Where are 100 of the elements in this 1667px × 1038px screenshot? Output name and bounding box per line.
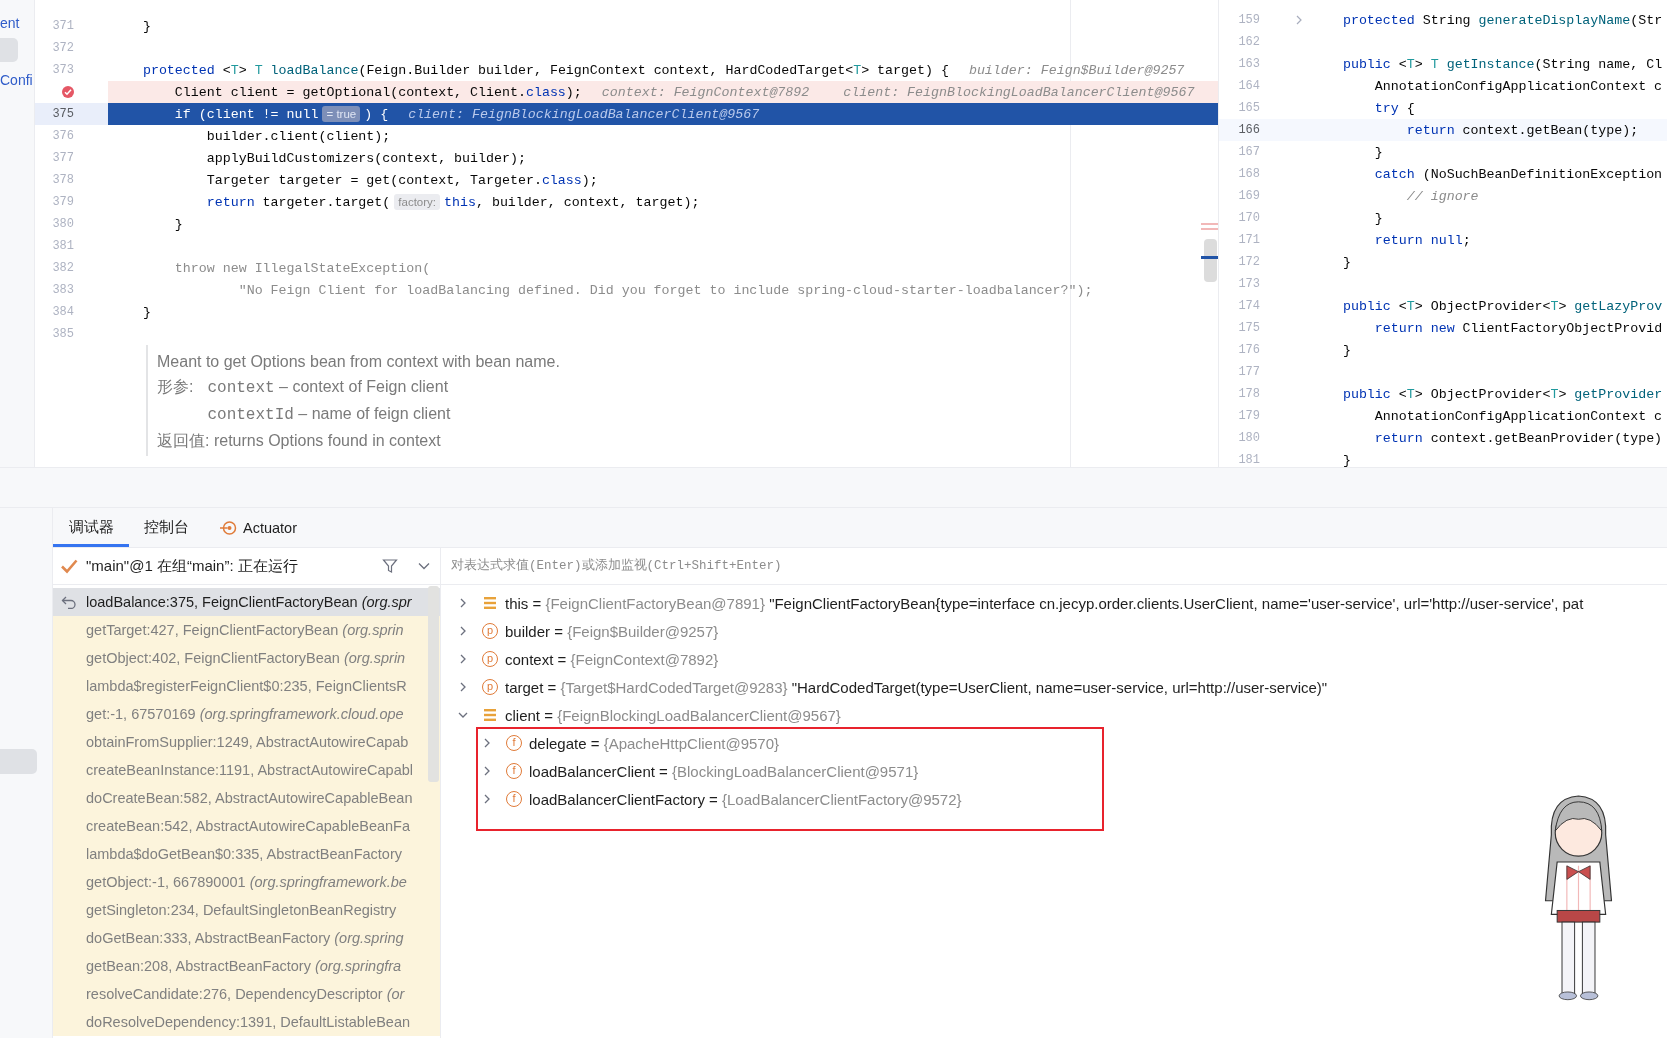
code-text: AnnotationConfigApplicationContext c	[1373, 78, 1663, 94]
inline-value-hint: client: FeignBlockingLoadBalancerClient@9567	[408, 106, 760, 122]
filter-icon[interactable]	[382, 558, 398, 574]
return-arrow-icon	[61, 595, 77, 609]
line-number: 375	[52, 107, 74, 121]
doc-label: 形参:	[157, 377, 194, 397]
code-text: }	[1373, 210, 1383, 226]
line-number: 173	[1238, 277, 1260, 291]
variable-value[interactable]: context = {FeignContext@7892}	[505, 650, 719, 668]
code-text: }	[141, 18, 151, 34]
line-number: 181	[1238, 453, 1260, 467]
line-number: 170	[1238, 211, 1260, 225]
variable-value[interactable]: client = {FeignBlockingLoadBalancerClient@9567}	[505, 706, 841, 724]
line-number: 385	[52, 327, 74, 341]
code-text: Targeter targeter = get(context, Targeter.class);	[205, 172, 598, 188]
breakpoint-stripe-mark	[1201, 228, 1218, 230]
variable-value[interactable]: builder = {Feign$Builder@9257}	[505, 622, 719, 640]
code-text: return new ClientFactoryObjectProvid	[1373, 320, 1663, 336]
code-text: public <T> ObjectProvider<T> getProvider	[1341, 386, 1663, 402]
code-text: try {	[1373, 100, 1415, 116]
code-text: // ignore	[1405, 188, 1479, 204]
object-icon	[482, 707, 498, 723]
line-number: 165	[1238, 101, 1260, 115]
doc-summary: Meant to get Options bean from context with bean name.	[157, 352, 561, 372]
actuator-icon	[219, 518, 237, 537]
caret-stripe-mark	[1201, 256, 1218, 259]
code-text: catch (NoSuchBeanDefinitionException	[1373, 166, 1663, 182]
code-text: AnnotationConfigApplicationContext c	[1373, 408, 1663, 424]
doc-return: 返回值: returns Options found in context	[157, 431, 442, 451]
code-text: protected String generateDisplayName(Str	[1341, 12, 1663, 28]
line-number: 166	[1238, 123, 1260, 137]
code-text: protected <T> T loadBalance(Feign.Builder builder, FeignContext context, HardCodedTarget<T> target) {	[141, 62, 949, 78]
variable-value[interactable]: delegate = {ApacheHttpClient@9570}	[529, 734, 779, 752]
scrollbar-thumb[interactable]	[1204, 239, 1217, 282]
line-number: 163	[1238, 57, 1260, 71]
line-number: 162	[1238, 35, 1260, 49]
thread-status: "main"@1 在组“main”: 正在运行	[86, 556, 298, 576]
tab[interactable]: 控制台	[129, 508, 204, 547]
doc-param: contextId – name of feign client	[207, 404, 451, 426]
line-number: 175	[1238, 321, 1260, 335]
line-number: 171	[1238, 233, 1260, 247]
object-icon	[482, 595, 498, 611]
breakpoint-stripe-mark	[1201, 223, 1218, 225]
line-number: 376	[52, 129, 74, 143]
line-number: 378	[52, 173, 74, 187]
variable-value[interactable]: loadBalancerClient = {BlockingLoadBalancerClient@9571}	[529, 762, 919, 780]
line-number: 169	[1238, 189, 1260, 203]
code-text: throw new IllegalStateException(	[173, 260, 431, 276]
code-text: return null;	[1373, 232, 1471, 248]
line-number: 172	[1238, 255, 1260, 269]
selection-tile[interactable]	[0, 38, 18, 62]
inlay-hint: factory:	[394, 194, 440, 210]
code-text: this, builder, context, target);	[444, 194, 700, 210]
inlay-hint: = true	[322, 106, 361, 122]
tab[interactable]: 调试器	[53, 508, 129, 547]
variable-value[interactable]: target = {Target$HardCodedTarget@9283} "HardCodedTarget(type=UserClient, name=user-service, url=http://user-service)"	[505, 678, 1328, 696]
code-text: }	[1373, 144, 1383, 160]
tab[interactable]: Actuator	[204, 508, 312, 547]
line-number: 371	[52, 19, 74, 33]
code-text: return targeter.target(	[205, 194, 391, 210]
code-text: }	[141, 304, 151, 320]
line-number: 384	[52, 305, 74, 319]
tool-tile[interactable]	[0, 749, 37, 774]
line-number: 176	[1238, 343, 1260, 357]
dropdown-chevron-icon[interactable]	[418, 562, 430, 570]
scrollbar-thumb[interactable]	[428, 586, 439, 782]
tree-item[interactable]: ent	[0, 13, 20, 33]
check-icon	[60, 558, 78, 574]
doc-param: context – context of Feign client	[207, 377, 450, 399]
code-text: if (client != null	[173, 106, 319, 122]
line-number: 383	[52, 283, 74, 297]
line-number: 377	[52, 151, 74, 165]
code-text: public <T> T getInstance(String name, Cl	[1341, 56, 1663, 72]
code-text: }	[1341, 342, 1351, 358]
inline-value-hint: builder: Feign$Builder@9257	[968, 62, 1185, 78]
code-text: builder.client(client);	[205, 128, 391, 144]
code-text: }	[173, 216, 183, 232]
code-text: Client client = getOptional(context, Client.class);	[173, 84, 582, 100]
code-text: ) {	[364, 106, 389, 122]
variable-value[interactable]: loadBalancerClientFactory = {LoadBalancerClientFactory@9572}	[529, 790, 962, 808]
inline-value-hint: client: FeignBlockingLoadBalancerClient@9567	[843, 84, 1195, 100]
breakpoint-icon[interactable]	[61, 85, 75, 99]
line-number: 382	[52, 261, 74, 275]
line-number: 180	[1238, 431, 1260, 445]
code-text: return context.getBean(type);	[1405, 122, 1639, 138]
line-number: 159	[1238, 13, 1260, 27]
line-number: 168	[1238, 167, 1260, 181]
tree-item[interactable]: Confi	[0, 70, 33, 90]
line-number: 381	[52, 239, 74, 253]
line-number: 167	[1238, 145, 1260, 159]
code-text: "No Feign Client for loadBalancing defined. Did you forget to include spring-cloud-starter-loadbalancer?");	[237, 282, 1093, 298]
line-number: 174	[1238, 299, 1260, 313]
code-text: public <T> ObjectProvider<T> getLazyProv	[1341, 298, 1663, 314]
line-number: 164	[1238, 79, 1260, 93]
line-number: 379	[52, 195, 74, 209]
code-text: return context.getBeanProvider(type)	[1373, 430, 1663, 446]
inline-value-hint: context: FeignContext@7892	[601, 84, 810, 100]
code-text: }	[1341, 452, 1351, 467]
variable-value[interactable]: this = {FeignClientFactoryBean@7891} "FeignClientFactoryBean{type=interface cn.jecyp.order.clients.UserClient, name='user-service', url='http://user-service', pat	[505, 594, 1584, 612]
line-number: 178	[1238, 387, 1260, 401]
